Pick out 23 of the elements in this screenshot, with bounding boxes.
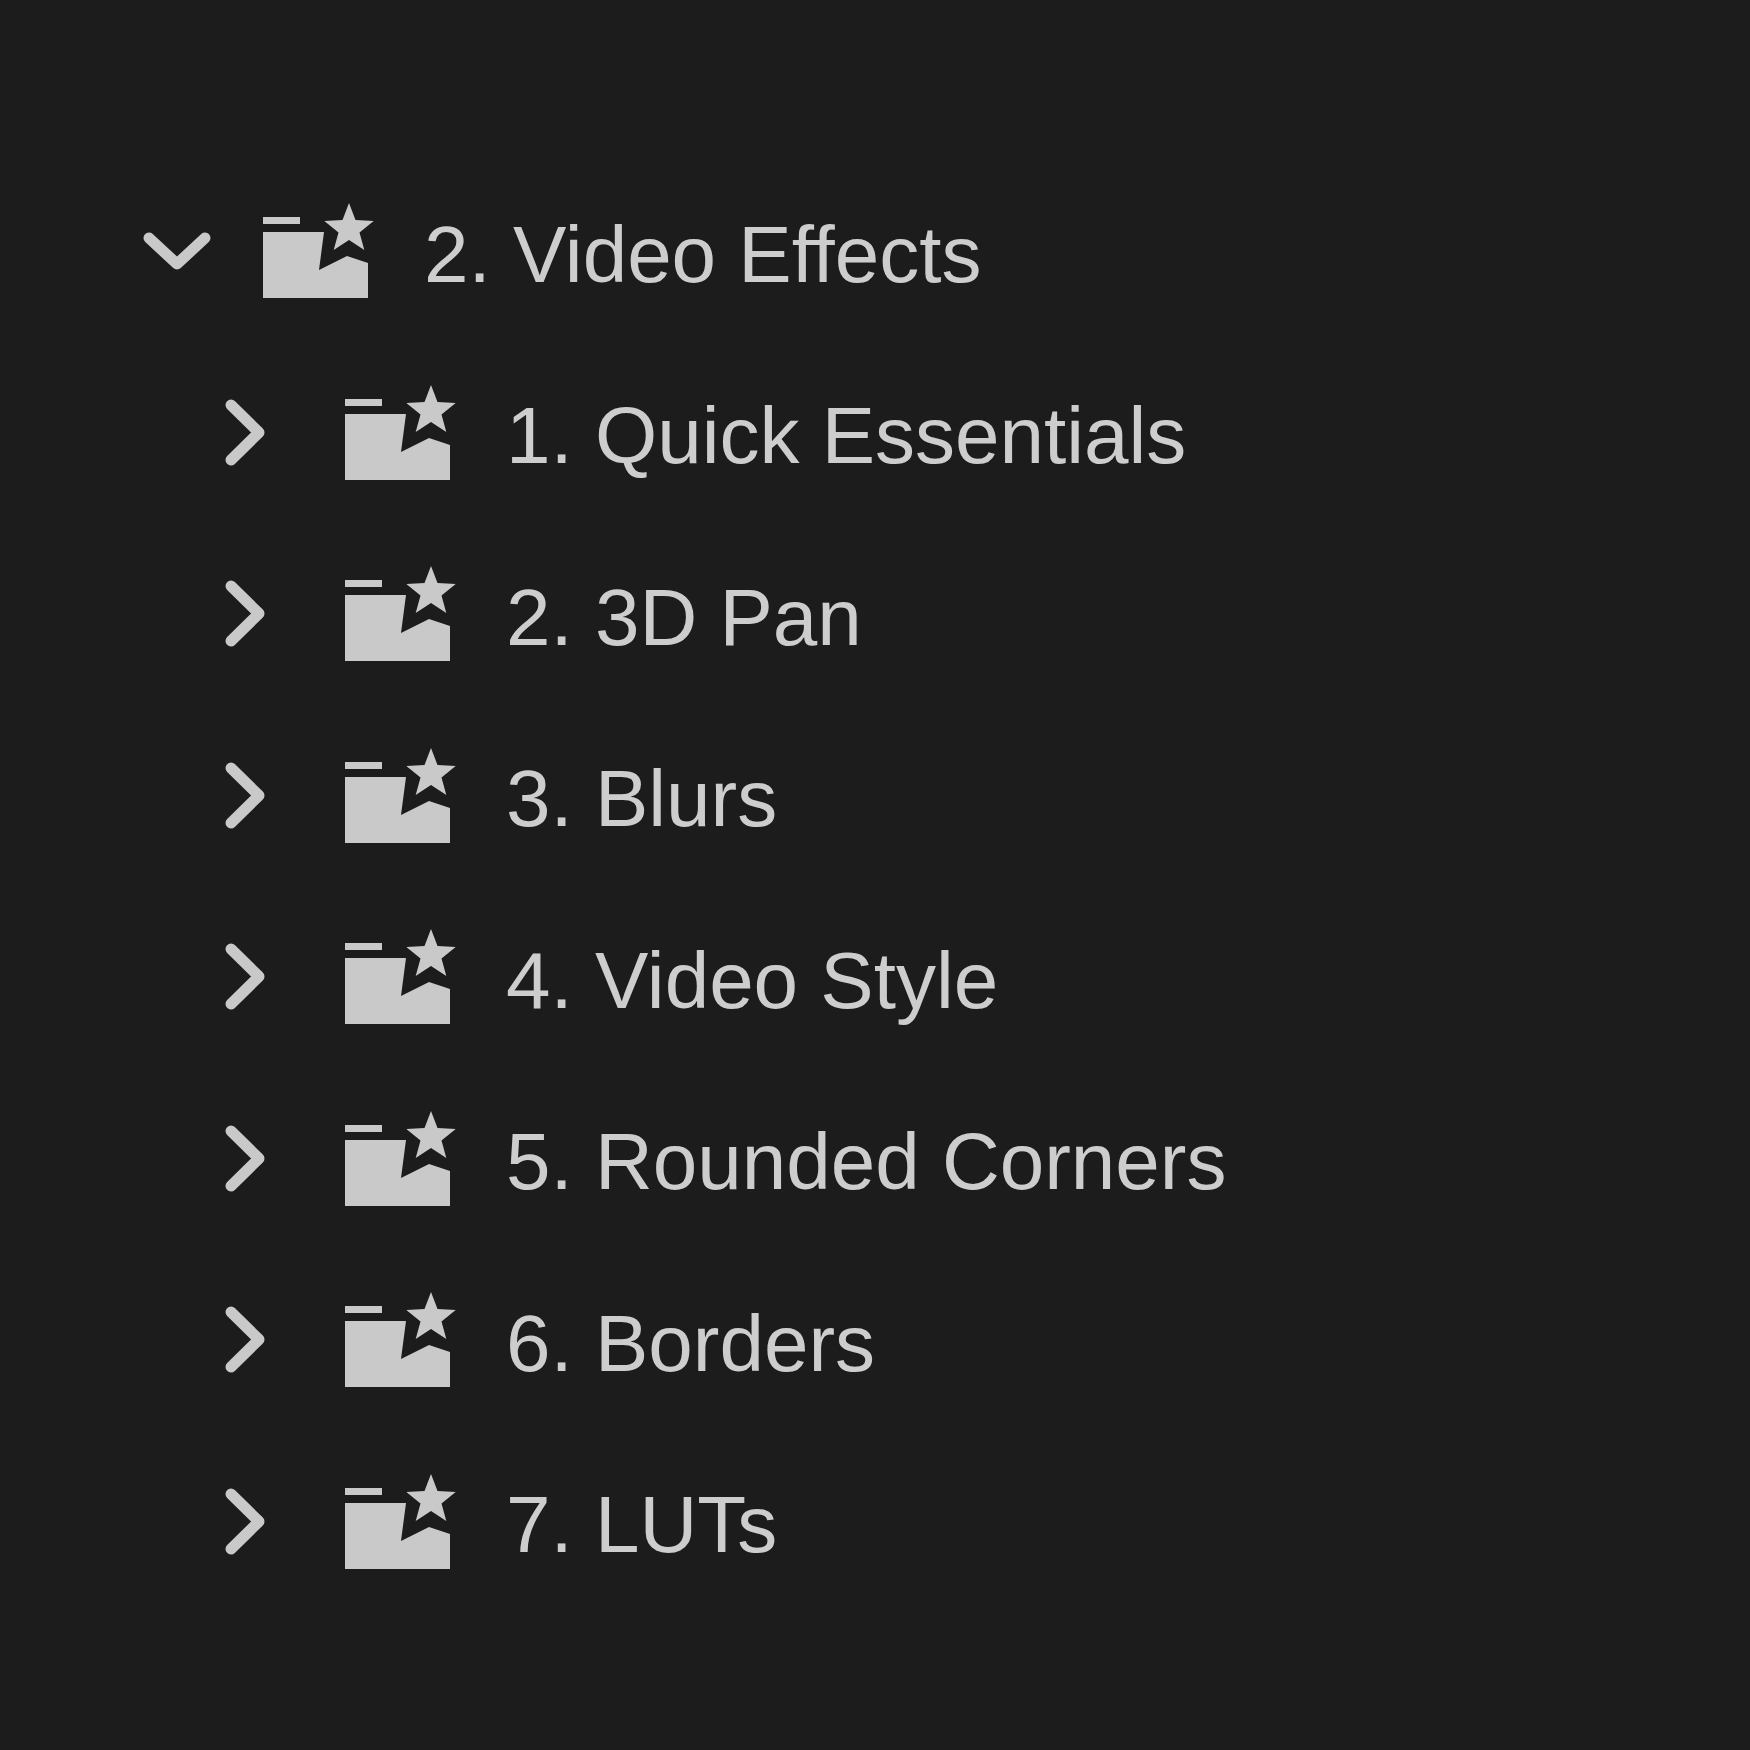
folder-star-icon [345, 1473, 456, 1569]
chevron-right-icon[interactable] [225, 943, 265, 1011]
folder-label[interactable]: 2. Video Effects [424, 206, 982, 295]
chevron-down-icon[interactable] [143, 231, 211, 270]
folder-star-icon [263, 203, 374, 299]
folder-label[interactable]: 6. Borders [506, 1295, 876, 1384]
folder-label[interactable]: 5. Rounded Corners [506, 1114, 1227, 1203]
folder-star-icon [345, 747, 456, 843]
folder-label[interactable]: 3. Blurs [506, 751, 778, 840]
chevron-right-icon[interactable] [225, 1487, 265, 1555]
folder-label[interactable]: 2. 3D Pan [506, 569, 862, 658]
chevron-right-icon[interactable] [225, 761, 265, 829]
chevron-right-icon[interactable] [225, 1124, 265, 1192]
folder-label[interactable]: 1. Quick Essentials [506, 388, 1187, 477]
folder-star-icon [345, 929, 456, 1025]
chevron-right-icon[interactable] [225, 1306, 265, 1374]
chevron-right-icon[interactable] [225, 580, 265, 648]
folder-star-icon [345, 566, 456, 662]
folder-star-icon [345, 1110, 456, 1206]
folder-star-icon [345, 384, 456, 480]
folder-label[interactable]: 7. LUTs [506, 1477, 778, 1566]
chevron-right-icon[interactable] [225, 398, 265, 466]
folder-star-icon [345, 1292, 456, 1388]
